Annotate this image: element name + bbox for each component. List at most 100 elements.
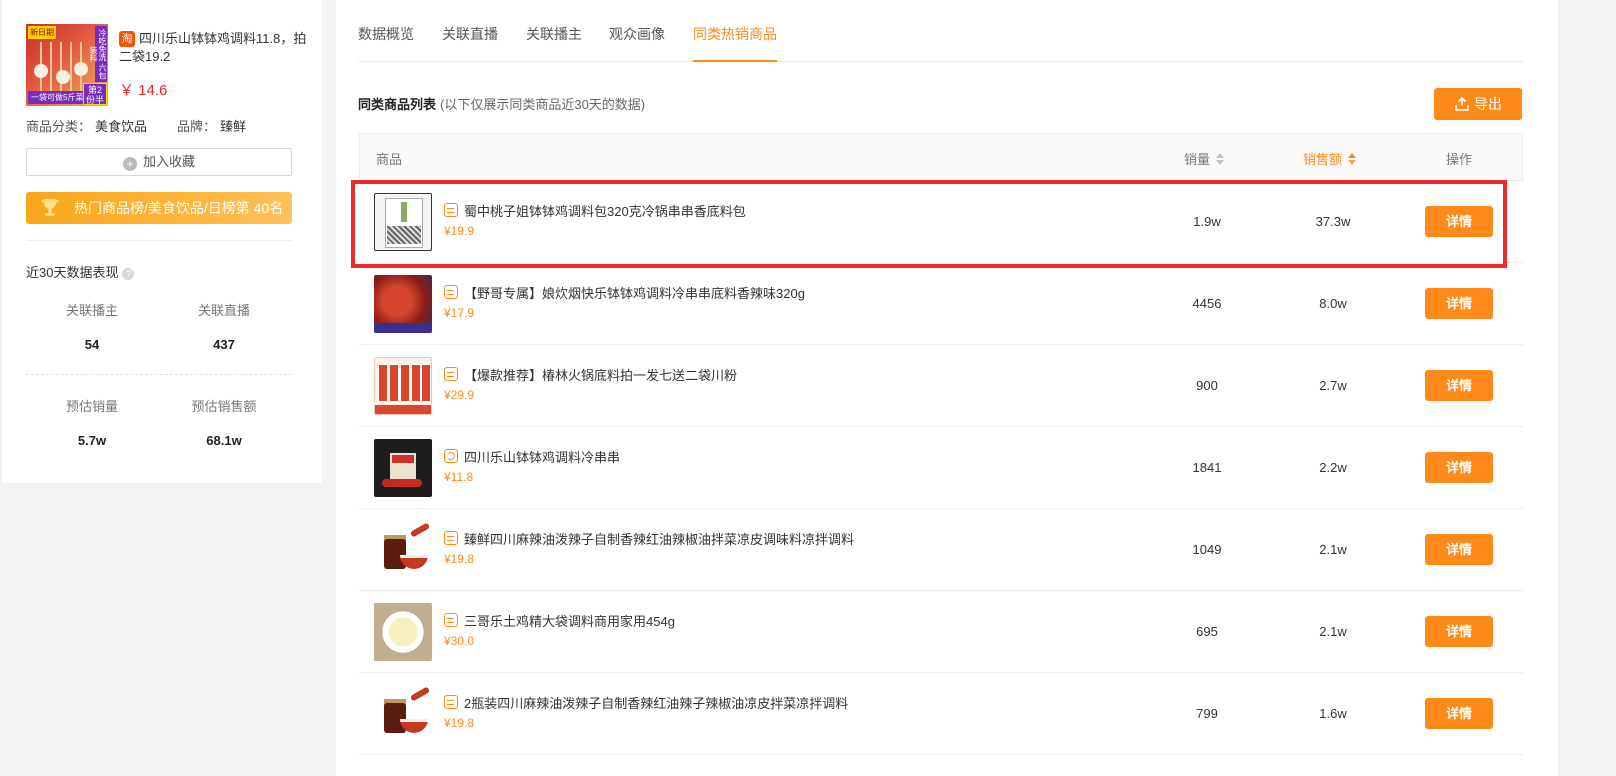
shop-icon xyxy=(444,203,458,217)
product-price: ￥ 14.6 xyxy=(119,82,168,99)
row-title[interactable]: 臻鲜四川麻辣油泼辣子自制香辣红油辣椒油拌菜凉皮调味料凉拌调料 xyxy=(464,529,854,548)
row-title[interactable]: 2瓶装四川麻辣油泼辣子自制香辣红油辣子辣椒油凉皮拌菜凉拌调料 xyxy=(464,693,848,712)
row-sales: 799 xyxy=(1196,706,1218,721)
category-label: 商品分类： xyxy=(26,119,92,134)
row-title[interactable]: 蜀中桃子姐钵钵鸡调料包320克冷锅串串香底料包 xyxy=(464,201,746,220)
add-favorite-button[interactable]: + 加入收藏 xyxy=(26,148,292,176)
sort-icon[interactable] xyxy=(1216,153,1225,165)
row-amount: 1.6w xyxy=(1319,706,1347,721)
table-row: 三哥乐土鸡精大袋调料商用家用454g ¥30.0 695 2.1w 详情 xyxy=(359,591,1523,673)
tab-related-lives[interactable]: 关联直播 xyxy=(442,24,498,62)
tab-bar: 数据概览 关联直播 关联播主 观众画像 同类热销商品 xyxy=(358,0,1524,62)
row-amount: 2.7w xyxy=(1319,378,1347,393)
thumb-tag-date: 新日期 xyxy=(28,26,56,39)
row-sales: 695 xyxy=(1196,624,1218,639)
detail-button[interactable]: 详情 xyxy=(1425,698,1493,729)
row-price: ¥11.8 xyxy=(444,470,474,484)
trophy-icon xyxy=(41,199,59,216)
table-row: 蜀中桃子姐钵钵鸡调料包320克冷锅串串香底料包 ¥19.9 1.9w 37.3w… xyxy=(359,181,1523,263)
divider xyxy=(26,240,292,241)
sort-icon[interactable] xyxy=(1348,153,1357,165)
export-label: 导出 xyxy=(1474,96,1502,112)
stat-related-streamers: 关联播主 54 xyxy=(65,303,118,352)
rank-banner[interactable]: 热门商品榜/美食饮品/日榜第 40名 xyxy=(26,192,292,224)
product-thumbnail: 新日期 冷吃免洗 六包装料 一袋可做5斤菜 第2份半价 xyxy=(26,24,108,106)
help-icon[interactable]: ? xyxy=(122,268,135,280)
row-amount: 2.2w xyxy=(1319,460,1347,475)
stat-estimated-revenue: 预估销售额 68.1w xyxy=(191,399,257,448)
table-row: 【野哥专属】娘炊烟快乐钵钵鸡调料冷串串底料香辣味320g ¥17.9 4456 … xyxy=(359,263,1523,345)
row-title[interactable]: 四川乐山钵钵鸡调料冷串串 xyxy=(464,447,620,466)
shop-icon xyxy=(444,531,458,545)
performance-title: 近30天数据表现? xyxy=(26,262,135,281)
category-value: 美食饮品 xyxy=(95,119,148,134)
stat-estimated-sales: 预估销量 5.7w xyxy=(65,399,118,448)
product-image[interactable] xyxy=(374,275,432,333)
similar-products-panel: 数据概览 关联直播 关联播主 观众画像 同类热销商品 同类商品列表 (以下仅展示同… xyxy=(336,0,1558,776)
detail-button[interactable]: 详情 xyxy=(1425,534,1493,565)
thumb-tag-side: 冷吃免洗 六包装料 xyxy=(89,26,107,82)
table-row: 【爆款推荐】椿林火锅底料拍一发七送二袋川粉 ¥29.9 900 2.7w 详情 xyxy=(359,345,1523,427)
row-sales: 4456 xyxy=(1192,296,1222,311)
row-title[interactable]: 【爆款推荐】椿林火锅底料拍一发七送二袋川粉 xyxy=(464,365,737,384)
detail-button[interactable]: 详情 xyxy=(1425,206,1493,237)
thumb-tag-bottom: 一袋可做5斤菜 xyxy=(28,91,87,104)
tab-related-streamers[interactable]: 关联播主 xyxy=(526,24,582,62)
shop-icon xyxy=(444,695,458,709)
shop-icon xyxy=(444,613,458,627)
table-row: 2瓶装四川麻辣油泼辣子自制香辣红油辣子辣椒油凉皮拌菜凉拌调料 ¥19.8 799… xyxy=(359,673,1523,755)
product-image[interactable] xyxy=(374,357,432,415)
product-image[interactable] xyxy=(374,521,432,579)
product-name: 四川乐山钵钵鸡调料11.8，拍二袋19.2 xyxy=(119,31,307,64)
row-amount: 37.3w xyxy=(1315,214,1351,229)
row-sales: 1.9w xyxy=(1193,214,1221,229)
product-image[interactable] xyxy=(374,193,432,251)
dashed-divider xyxy=(26,374,292,375)
list-title: 同类商品列表 (以下仅展示同类商品近30天的数据) xyxy=(358,97,646,112)
row-price: ¥19.9 xyxy=(444,224,475,238)
douyin-icon xyxy=(444,449,458,463)
row-price: ¥29.9 xyxy=(444,388,475,402)
detail-button[interactable]: 详情 xyxy=(1425,452,1493,483)
detail-button[interactable]: 详情 xyxy=(1425,616,1493,647)
col-sales[interactable]: 销量 xyxy=(1184,149,1225,168)
col-action: 操作 xyxy=(1446,152,1473,167)
detail-button[interactable]: 详情 xyxy=(1425,288,1493,319)
row-sales: 1841 xyxy=(1192,460,1222,475)
col-product: 商品 xyxy=(376,152,403,167)
tab-similar-hot-products[interactable]: 同类热销商品 xyxy=(693,24,777,62)
row-price: ¥17.9 xyxy=(444,306,475,320)
product-image[interactable] xyxy=(374,685,432,743)
thumb-tag-promo: 第2份半价 xyxy=(83,83,107,106)
col-amount[interactable]: 销售额 xyxy=(1303,149,1357,168)
table-header: 商品 销量 销售额 操作 xyxy=(359,133,1523,181)
row-price: ¥19.8 xyxy=(444,716,475,730)
tab-audience-profile[interactable]: 观众画像 xyxy=(609,24,665,62)
table-row: 臻鲜四川麻辣油泼辣子自制香辣红油辣椒油拌菜凉皮调味料凉拌调料 ¥19.8 104… xyxy=(359,509,1523,591)
similar-products-table: 商品 销量 销售额 操作 蜀中桃子姐钵钵鸡调料包320克冷锅串串香底料包 ¥19… xyxy=(359,133,1523,755)
detail-button[interactable]: 详情 xyxy=(1425,370,1493,401)
row-sales: 1049 xyxy=(1192,542,1222,557)
tab-overview[interactable]: 数据概览 xyxy=(358,24,414,62)
add-favorite-label: 加入收藏 xyxy=(142,154,195,169)
product-image[interactable] xyxy=(374,439,432,497)
shop-icon xyxy=(444,367,458,381)
brand-label: 品牌： xyxy=(177,119,217,134)
row-price: ¥30.0 xyxy=(444,634,475,648)
product-header: 新日期 冷吃免洗 六包装料 一袋可做5斤菜 第2份半价 淘 四川乐山钵钵鸡调料1… xyxy=(26,24,316,108)
upload-icon xyxy=(1455,96,1469,111)
row-title[interactable]: 三哥乐土鸡精大袋调料商用家用454g xyxy=(464,611,675,630)
product-summary-panel: 新日期 冷吃免洗 六包装料 一袋可做5斤菜 第2份半价 淘 四川乐山钵钵鸡调料1… xyxy=(2,0,322,483)
row-amount: 8.0w xyxy=(1319,296,1347,311)
row-amount: 2.1w xyxy=(1319,542,1347,557)
shop-icon xyxy=(444,285,458,299)
row-sales: 900 xyxy=(1196,378,1218,393)
product-image[interactable] xyxy=(374,603,432,661)
export-button[interactable]: 导出 xyxy=(1434,88,1522,120)
plus-icon: + xyxy=(122,157,137,171)
row-title[interactable]: 【野哥专属】娘炊烟快乐钵钵鸡调料冷串串底料香辣味320g xyxy=(464,283,805,302)
row-price: ¥19.8 xyxy=(444,552,475,566)
list-subtitle: (以下仅展示同类商品近30天的数据) xyxy=(440,97,646,112)
product-meta: 商品分类： 美食饮品 品牌： 臻鲜 xyxy=(26,116,250,135)
rank-text: 热门商品榜/美食饮品/日榜第 40名 xyxy=(74,200,284,216)
